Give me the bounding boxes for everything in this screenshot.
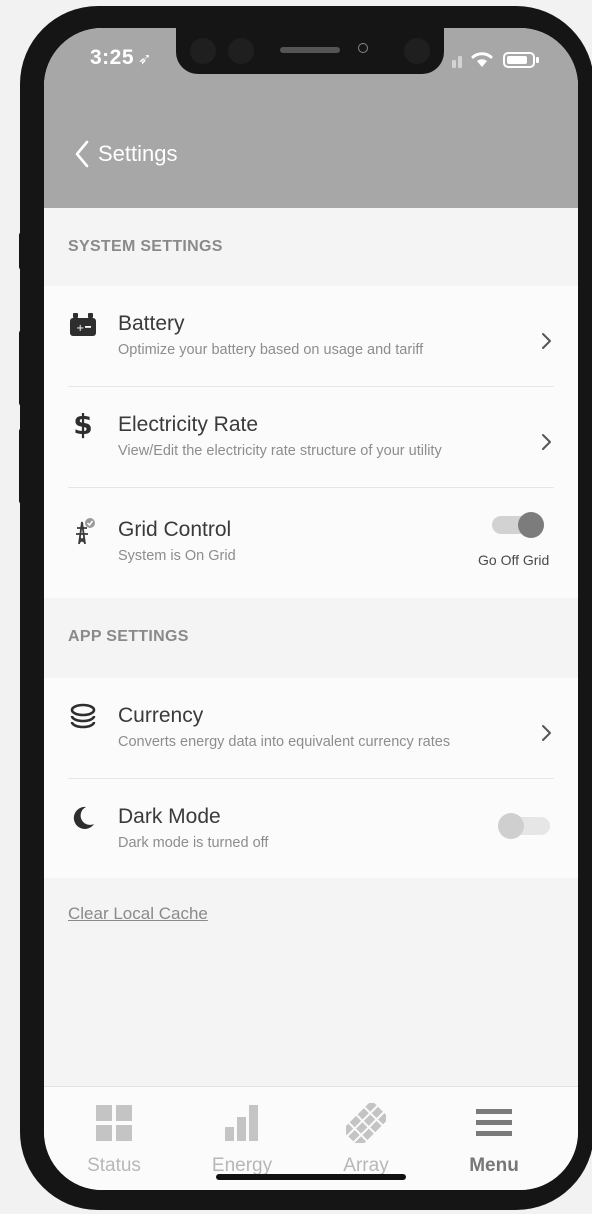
chevron-left-icon	[75, 140, 89, 168]
home-indicator	[216, 1174, 406, 1180]
dark-mode-row: Dark Mode Dark mode is turned off	[44, 779, 578, 879]
toggle-knob	[498, 813, 524, 839]
front-sensor	[228, 38, 254, 64]
app-settings-card: Currency Converts energy data into equiv…	[44, 678, 578, 878]
coins-icon	[68, 702, 98, 732]
location-arrow-icon: ➶	[138, 51, 152, 68]
back-button[interactable]: Settings	[74, 136, 178, 172]
app-screen: 3:25 ➶ Settings SYSTEM SETTINGS + Batter…	[44, 28, 578, 1190]
menu-icon	[476, 1109, 512, 1136]
system-settings-heading: SYSTEM SETTINGS	[68, 238, 223, 255]
battery-title: Battery	[118, 312, 185, 335]
face-id-sensor	[404, 38, 430, 64]
dark-mode-subtitle: Dark mode is turned off	[118, 835, 269, 851]
dark-mode-toggle[interactable]	[498, 813, 550, 839]
toggle-knob	[518, 512, 544, 538]
currency-row[interactable]: Currency Converts energy data into equiv…	[44, 678, 578, 778]
tab-status[interactable]: Status	[54, 1087, 174, 1190]
electricity-rate-title: Electricity Rate	[118, 413, 259, 436]
tab-status-label: Status	[87, 1155, 141, 1176]
bar-chart-icon	[225, 1105, 258, 1141]
grid-control-title: Grid Control	[118, 518, 232, 541]
tab-menu[interactable]: Menu	[434, 1087, 554, 1190]
battery-subtitle: Optimize your battery based on usage and…	[118, 342, 424, 358]
grid-control-toggle[interactable]	[492, 512, 544, 538]
currency-subtitle: Converts energy data into equivalent cur…	[118, 734, 451, 750]
currency-title: Currency	[118, 704, 204, 727]
battery-row[interactable]: + Battery Optimize your battery based on…	[44, 286, 578, 386]
earpiece-speaker	[280, 47, 340, 53]
app-settings-heading: APP SETTINGS	[68, 628, 189, 645]
proximity-sensor	[358, 43, 368, 53]
back-label: Settings	[98, 141, 178, 166]
signal-wifi-battery-icons	[452, 52, 539, 68]
moon-icon	[68, 803, 98, 833]
electricity-rate-row[interactable]: $ Electricity Rate View/Edit the electri…	[44, 387, 578, 487]
solar-array-icon	[346, 1103, 386, 1143]
svg-text:+: +	[76, 323, 84, 334]
front-camera	[190, 38, 216, 64]
chevron-right-icon	[542, 434, 551, 450]
status-time: 3:25 ➶	[90, 46, 152, 69]
go-off-grid-label: Go Off Grid	[478, 552, 550, 568]
status-icons	[452, 48, 562, 72]
grid-control-row: Grid Control System is On Grid	[44, 488, 578, 598]
phone-notch	[176, 28, 444, 74]
electricity-rate-subtitle: View/Edit the electricity rate structure…	[118, 443, 442, 459]
clear-local-cache-link[interactable]: Clear Local Cache	[68, 904, 208, 924]
power-tower-icon	[68, 516, 98, 546]
chevron-right-icon	[542, 333, 551, 349]
grid-icon	[96, 1105, 132, 1141]
tab-menu-label: Menu	[469, 1155, 519, 1176]
dollar-icon: $	[73, 407, 93, 441]
grid-control-subtitle: System is On Grid	[118, 548, 236, 564]
dark-mode-title: Dark Mode	[118, 805, 221, 828]
chevron-right-icon	[542, 725, 551, 741]
battery-icon: +	[68, 310, 98, 340]
